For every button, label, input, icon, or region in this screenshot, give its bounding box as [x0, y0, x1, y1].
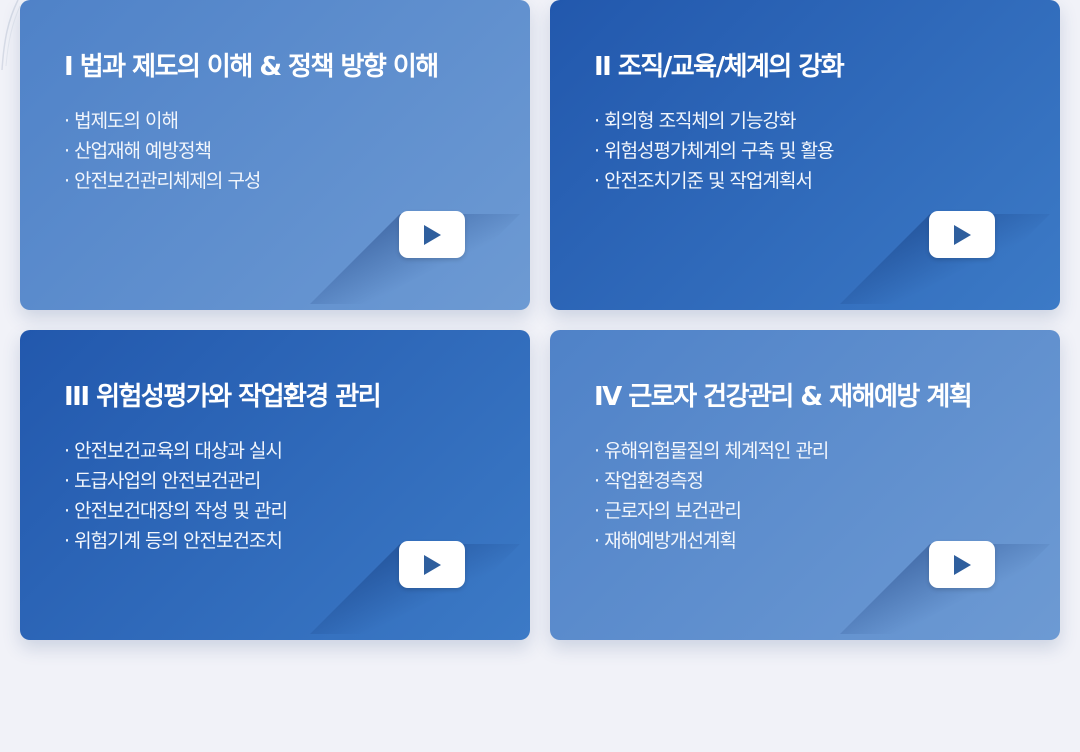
play-button[interactable]: [399, 541, 465, 588]
list-item: 재해예방개선계획: [594, 526, 828, 556]
decorative-arc: [1, 0, 20, 71]
list-item: 안전조치기준 및 작업계획서: [594, 166, 833, 196]
list-item: 회의형 조직체의 기능강화: [594, 106, 833, 136]
play-button[interactable]: [929, 541, 995, 588]
card-topic-list: 유해위험물질의 체계적인 관리 작업환경측정 근로자의 보건관리 재해예방개선계…: [594, 436, 829, 556]
play-icon: [954, 554, 971, 575]
play-icon: [424, 554, 441, 575]
card-topic-list: 법제도의 이해 산업재해 예방정책 안전보건관리체제의 구성: [64, 106, 261, 196]
list-item: 산업재해 예방정책: [64, 136, 260, 166]
list-item: 유해위험물질의 체계적인 관리: [594, 436, 829, 466]
list-item: 위험성평가체계의 구축 및 활용: [594, 136, 834, 166]
list-item: 위험기계 등의 안전보건조치: [64, 526, 287, 556]
card-topic-list: 안전보건교육의 대상과 실시 도급사업의 안전보건관리 안전보건대장의 작성 및…: [64, 436, 288, 556]
card-title: I 법과 제도의 이해 & 정책 방향 이해: [64, 52, 439, 82]
course-card-3: III 위험성평가와 작업환경 관리 안전보건교육의 대상과 실시 도급사업의 …: [20, 330, 530, 640]
play-button[interactable]: [929, 211, 995, 258]
list-item: 안전보건관리체제의 구성: [64, 166, 261, 196]
list-item: 안전보건대장의 작성 및 관리: [64, 496, 288, 526]
play-icon: [954, 224, 971, 245]
course-card-4: IV 근로자 건강관리 & 재해예방 계획 유해위험물질의 체계적인 관리 작업…: [550, 330, 1060, 640]
card-title: IV 근로자 건강관리 & 재해예방 계획: [594, 382, 973, 412]
card-title: III 위험성평가와 작업환경 관리: [64, 382, 382, 412]
list-item: 법제도의 이해: [64, 106, 260, 136]
list-item: 도급사업의 안전보건관리: [64, 466, 287, 496]
list-item: 작업환경측정: [594, 466, 828, 496]
play-button[interactable]: [399, 211, 465, 258]
course-card-1: I 법과 제도의 이해 & 정책 방향 이해 법제도의 이해 산업재해 예방정책…: [20, 0, 530, 310]
list-item: 안전보건교육의 대상과 실시: [64, 436, 287, 466]
card-topic-list: 회의형 조직체의 기능강화 위험성평가체계의 구축 및 활용 안전조치기준 및 …: [594, 106, 834, 196]
play-icon: [424, 224, 441, 245]
course-card-2: II 조직/교육/체계의 강화 회의형 조직체의 기능강화 위험성평가체계의 구…: [550, 0, 1060, 310]
card-title: II 조직/교육/체계의 강화: [594, 52, 845, 82]
list-item: 근로자의 보건관리: [594, 496, 828, 526]
